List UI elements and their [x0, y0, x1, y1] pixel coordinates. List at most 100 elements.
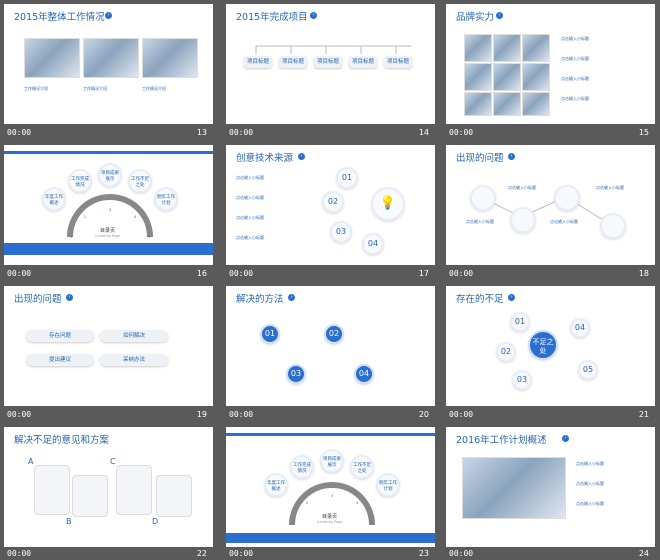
business-photo	[493, 63, 521, 91]
step-circle: 03	[330, 221, 352, 243]
slide-16[interactable]: 年度工作概述 工作完成情况 项目成果展示 工作不足之处 明年工作计划 目录页 C…	[4, 145, 213, 265]
slide-number: 21	[638, 410, 649, 419]
proposal-card	[34, 465, 70, 515]
subtitle: 点击输入小标题	[466, 219, 494, 224]
slide-info-bar: 00:00 15	[446, 126, 655, 139]
time-label: 00:00	[229, 410, 254, 419]
business-photo	[493, 92, 521, 116]
topic-bubble: 工作完成情况	[68, 169, 92, 193]
slide-23[interactable]: 年度工作概述 工作完成情况 项目成果展示 工作不足之处 明年工作计划 目录页 C…	[226, 427, 435, 547]
option-pill: 提出建议	[26, 354, 94, 366]
center-circle: 不足之处	[528, 330, 558, 360]
time-label: 00:00	[7, 269, 32, 278]
slide-20[interactable]: 解决的方法 › 01 02 03 04	[226, 286, 435, 406]
slide-13[interactable]: 2015年整体工作情况 › 工作情况介绍 工作情况介绍 工作情况介绍	[4, 4, 213, 124]
slide-number: 14	[418, 128, 429, 137]
team-icon	[554, 185, 580, 211]
arc-number: 3	[331, 494, 334, 498]
slide-title: 解决不足的意见和方案	[14, 435, 110, 446]
slide-17[interactable]: 创意技术来源 › 点击输入小标题 点击输入小标题 点击输入小标题 点击输入小标题…	[226, 145, 435, 265]
arc-number: 2	[84, 215, 87, 219]
arrow-dot-icon: ›	[105, 12, 112, 19]
slide-21[interactable]: 存在的不足 › 不足之处 01 02 03 04 05	[446, 286, 655, 406]
project-card: 项目标题	[244, 56, 272, 68]
arrow-dot-icon: ›	[508, 294, 515, 301]
arrow-dot-icon: ›	[298, 153, 305, 160]
subtitle: 点击输入小标题	[236, 175, 264, 180]
slide-19[interactable]: 出现的问题 › 存在问题 如何解决 提出建议 采纳办法	[4, 286, 213, 406]
slide-title: 存在的不足	[456, 294, 504, 305]
slide-info-bar: 00:00 17	[226, 267, 435, 280]
slide-info-bar: 00:00 23	[226, 547, 435, 560]
step-circle: 02	[322, 191, 344, 213]
topic-bubble: 工作不足之处	[350, 455, 374, 479]
business-photo	[522, 63, 550, 91]
slide-number: 24	[638, 549, 649, 558]
time-label: 00:00	[7, 549, 32, 558]
center-subtitle: Contents Page	[95, 234, 121, 238]
subtitle: 点击输入小标题	[236, 195, 264, 200]
business-photo	[464, 34, 492, 62]
subtitle: 点击输入小标题	[561, 96, 589, 101]
center-title: 目录页	[100, 228, 116, 234]
step-circle: 04	[362, 233, 384, 255]
arrow-dot-icon: ›	[66, 294, 73, 301]
slide-title: 品牌实力	[456, 12, 495, 23]
time-label: 00:00	[449, 410, 474, 419]
business-photo	[522, 34, 550, 62]
slide-info-bar: 00:00 16	[4, 267, 213, 280]
slide-number: 19	[196, 410, 207, 419]
time-label: 00:00	[7, 410, 32, 419]
slide-18[interactable]: 出现的问题 › 点击输入小标题 点击输入小标题 点击输入小标题 点击输入小标题	[446, 145, 655, 265]
subtitle: 点击输入小标题	[236, 235, 264, 240]
slide-info-bar: 00:00 19	[4, 408, 213, 421]
topic-bubble: 项目成果展示	[320, 449, 344, 473]
topic-bubble: 项目成果展示	[98, 163, 122, 187]
topic-bubble: 工作完成情况	[290, 455, 314, 479]
caption: 工作情况介绍	[142, 86, 166, 91]
slide-title: 创意技术来源	[236, 153, 294, 164]
subtitle: 点击输入小标题	[576, 481, 604, 486]
option-pill: 如何解决	[100, 330, 168, 342]
method-circle: 01	[260, 324, 280, 344]
proposal-card	[116, 465, 152, 515]
slide-22[interactable]: 解决不足的意见和方案 A B C D	[4, 427, 213, 547]
arrow-dot-icon: ›	[562, 435, 569, 442]
slide-number: 20	[418, 410, 429, 419]
step-circle: 04	[570, 318, 590, 338]
caption: 工作情况介绍	[83, 86, 107, 91]
slide-info-bar: 00:00 22	[4, 547, 213, 560]
card-letter: B	[66, 517, 72, 526]
arc-number: 5	[148, 235, 151, 239]
slide-info-bar: 00:00 14	[226, 126, 435, 139]
arc-decoration	[289, 482, 375, 526]
slide-info-bar: 00:00 18	[446, 267, 655, 280]
caption: 工作情况介绍	[24, 86, 48, 91]
topic-bubble: 明年工作计划	[376, 473, 400, 497]
team-photo	[83, 38, 139, 78]
slide-info-bar: 00:00 20	[226, 408, 435, 421]
time-label: 00:00	[7, 128, 32, 137]
arc-number: 1	[70, 235, 73, 239]
slide-number: 18	[638, 269, 649, 278]
time-label: 00:00	[449, 128, 474, 137]
time-label: 00:00	[229, 549, 254, 558]
document-icon	[510, 207, 536, 233]
slide-title: 出现的问题	[456, 153, 504, 164]
slide-number: 13	[196, 128, 207, 137]
slide-title: 解决的方法	[236, 294, 284, 305]
time-label: 00:00	[449, 269, 474, 278]
topic-bubble: 明年工作计划	[154, 187, 178, 211]
slide-info-bar: 00:00 21	[446, 408, 655, 421]
business-photo	[464, 63, 492, 91]
slide-24[interactable]: 2016年工作计划概述 › 点击输入小标题 点击输入小标题 点击输入小标题	[446, 427, 655, 547]
topic-bubble: 年度工作概述	[264, 473, 288, 497]
subtitle: 点击输入小标题	[508, 185, 536, 190]
step-circle: 01	[510, 312, 530, 332]
slide-14[interactable]: 2015年完成项目 › 项目标题 项目标题 项目标题 项目标题 项目标题	[226, 4, 435, 124]
project-card: 项目标题	[349, 56, 377, 68]
slide-15[interactable]: 品牌实力 › 点击输入小标题 点击输入小标题 点击输入小标题 点击输入小标题	[446, 4, 655, 124]
arc-number: 4	[134, 215, 137, 219]
slide-number: 16	[196, 269, 207, 278]
arc-number: 4	[356, 501, 359, 505]
